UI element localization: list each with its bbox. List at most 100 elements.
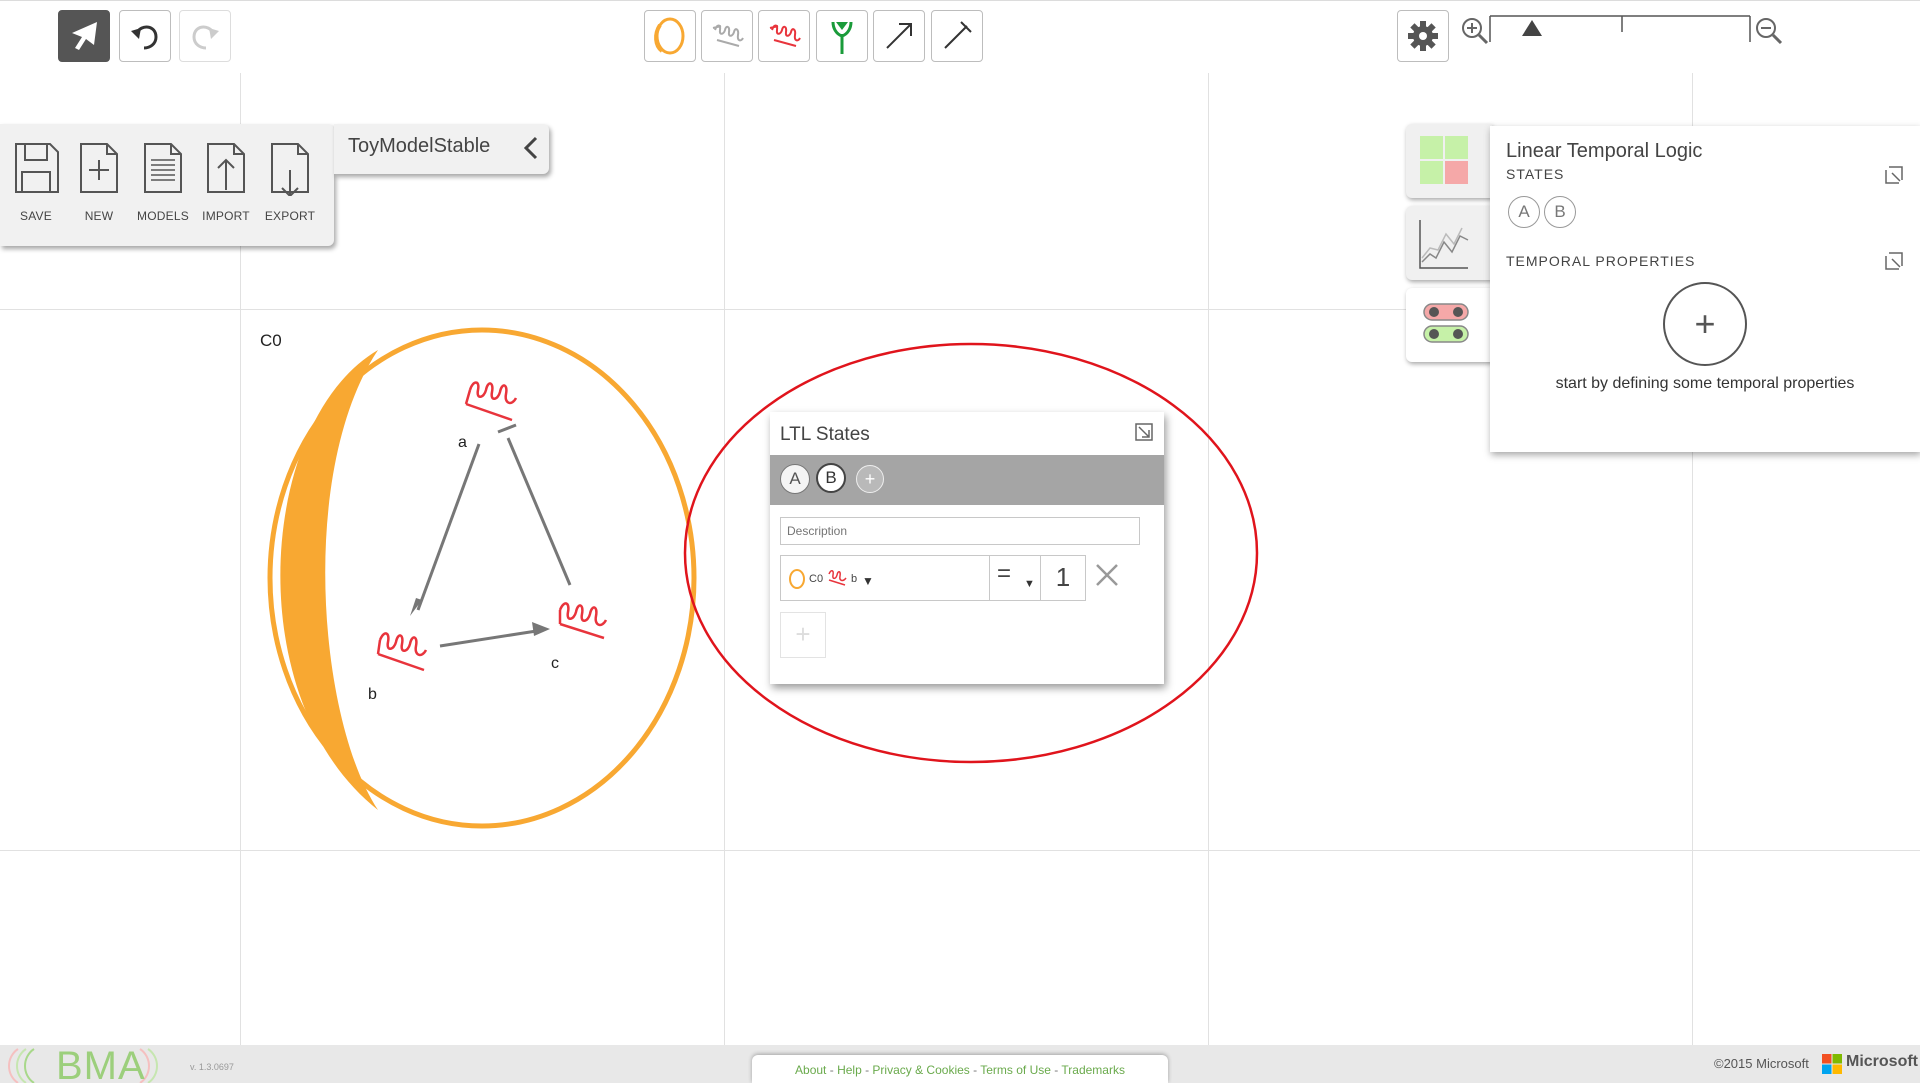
trademarks-link[interactable]: Trademarks	[1061, 1063, 1125, 1077]
redo-icon	[192, 25, 219, 50]
value-input[interactable]: 1	[1040, 555, 1086, 601]
description-input[interactable]	[780, 517, 1140, 545]
state-tabs-bar: A B +	[770, 455, 1164, 505]
undo-icon	[131, 25, 158, 50]
dropdown-arrow-icon: ▼	[862, 574, 874, 588]
privacy-link[interactable]: Privacy & Cookies	[872, 1063, 969, 1077]
receptor-icon	[831, 21, 853, 54]
state-b-chip[interactable]: B	[816, 463, 846, 493]
simulation-graph-icon	[1419, 220, 1469, 269]
ltl-toggle-icon	[1423, 303, 1469, 343]
variable-b-label: b	[368, 686, 377, 703]
add-constant-button[interactable]	[701, 10, 753, 62]
model-name[interactable]: ToyModelStable	[348, 135, 490, 158]
proof-grid-icon	[1420, 136, 1468, 184]
microsoft-logo-icon	[1822, 1054, 1842, 1074]
cell-icon	[789, 569, 805, 589]
pointer-tool-button[interactable]	[58, 10, 110, 62]
add-receptor-button[interactable]	[816, 10, 868, 62]
new-file-icon	[80, 143, 118, 193]
zoom-slider[interactable]	[1488, 14, 1752, 44]
grid-line	[0, 850, 1920, 851]
variable-a	[464, 381, 518, 422]
operator-select[interactable]: = ▼	[989, 555, 1041, 601]
ltl-tab[interactable]	[1406, 288, 1492, 362]
models-button[interactable]: MODELS	[135, 140, 191, 223]
add-cell-button[interactable]	[644, 10, 696, 62]
top-border	[0, 0, 1920, 1]
copyright-text: ©2015 Microsoft	[1714, 1056, 1809, 1071]
gear-icon	[1408, 21, 1438, 51]
export-label: EXPORT	[264, 209, 316, 223]
help-link[interactable]: Help	[837, 1063, 862, 1077]
version-text: v. 1.3.0697	[190, 1062, 234, 1072]
undo-button[interactable]	[119, 10, 171, 62]
collapse-chevron-icon[interactable]	[522, 135, 540, 161]
formula-variable-select[interactable]: C0 b ▼	[780, 555, 990, 601]
add-variable-button[interactable]	[758, 10, 810, 62]
activator-arrow-icon	[886, 23, 912, 49]
save-label: SAVE	[20, 209, 52, 223]
expand-icon[interactable]	[1134, 422, 1154, 442]
arrow-pointer-icon	[72, 22, 97, 50]
import-label: IMPORT	[202, 209, 250, 223]
cell-c0[interactable]	[258, 320, 718, 840]
new-label: NEW	[84, 209, 114, 223]
variable-icon	[828, 570, 847, 586]
inhibitor-c-a	[506, 437, 572, 586]
zoom-slider-handle	[1522, 20, 1542, 36]
add-temporal-property-button[interactable]: +	[1663, 282, 1747, 366]
inhibitor-arrow-icon	[944, 21, 972, 49]
variable-icon	[769, 24, 801, 47]
temporal-properties-heading: TEMPORAL PROPERTIES	[1506, 253, 1696, 269]
models-label: MODELS	[137, 209, 189, 223]
formula-variable-name: b	[851, 573, 858, 585]
ltl-states-title: LTL States	[780, 424, 870, 445]
terms-link[interactable]: Terms of Use	[980, 1063, 1051, 1077]
variable-c	[558, 602, 608, 640]
zoom-out-icon[interactable]	[1754, 16, 1784, 46]
variable-b	[376, 632, 428, 672]
redo-button[interactable]	[179, 10, 231, 62]
constant-icon	[712, 24, 744, 47]
footer-links: About - Help - Privacy & Cookies - Terms…	[752, 1055, 1168, 1083]
state-a-chip[interactable]: A	[1508, 196, 1540, 228]
simulation-tab[interactable]	[1406, 206, 1492, 280]
dropdown-arrow-icon: ▼	[1024, 578, 1035, 590]
add-condition-button[interactable]: +	[780, 612, 826, 658]
new-button[interactable]: NEW	[71, 140, 127, 223]
models-list-icon	[144, 143, 182, 193]
ltl-panel: Linear Temporal Logic STATES A B TEMPORA…	[1490, 126, 1920, 452]
settings-button[interactable]	[1397, 10, 1449, 62]
edge-b-c	[439, 628, 544, 648]
bma-logo[interactable]: BMA	[56, 1044, 146, 1083]
add-state-button[interactable]: +	[856, 465, 884, 493]
save-button[interactable]: SAVE	[8, 140, 64, 223]
about-link[interactable]: About	[795, 1063, 826, 1077]
variable-c-label: c	[551, 655, 559, 672]
expand-icon[interactable]	[1884, 251, 1904, 271]
temporal-hint-text: start by defining some temporal properti…	[1555, 375, 1855, 392]
ltl-panel-title: Linear Temporal Logic	[1506, 140, 1703, 162]
export-button[interactable]: EXPORT	[262, 140, 318, 223]
edge-a-b	[416, 443, 481, 611]
zoom-in-icon[interactable]	[1460, 16, 1490, 46]
state-a-chip[interactable]: A	[780, 464, 810, 494]
state-b-chip[interactable]: B	[1544, 196, 1576, 228]
operator-value: =	[997, 560, 1012, 587]
ltl-states-popup: LTL States A B + C0 b ▼ = ▼ 1 +	[770, 412, 1164, 684]
variable-a-label: a	[458, 434, 467, 451]
add-inhibitor-button[interactable]	[931, 10, 983, 62]
add-activator-button[interactable]	[873, 10, 925, 62]
remove-condition-icon[interactable]	[1094, 562, 1120, 588]
expand-icon[interactable]	[1884, 165, 1904, 185]
import-button[interactable]: IMPORT	[198, 140, 254, 223]
microsoft-brand: Microsoft	[1846, 1053, 1918, 1070]
export-icon	[271, 143, 309, 198]
import-icon	[207, 143, 245, 193]
save-icon	[15, 143, 59, 193]
proof-tab[interactable]	[1406, 124, 1492, 198]
states-heading: STATES	[1506, 166, 1565, 182]
formula-cell-name: C0	[809, 573, 824, 585]
cell-icon	[654, 17, 685, 55]
